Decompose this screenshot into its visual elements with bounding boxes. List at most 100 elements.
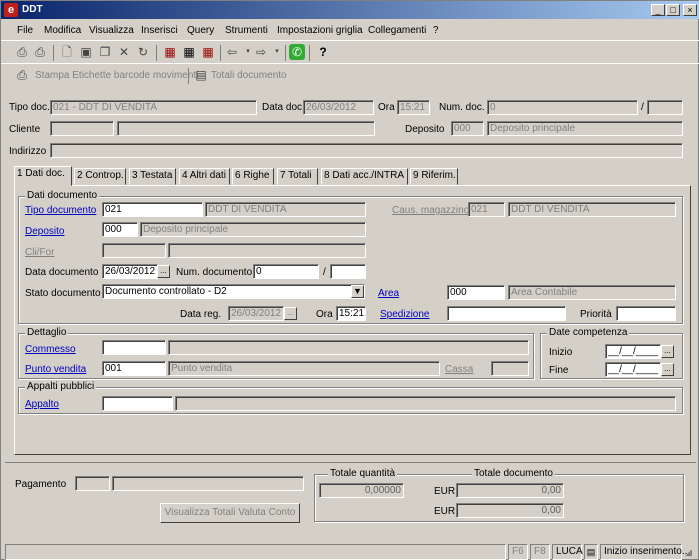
grid-delete-icon[interactable]: ▦ xyxy=(199,43,217,61)
resize-grip-icon[interactable]: ◢ xyxy=(685,547,692,558)
minimize-button[interactable]: _ xyxy=(651,4,665,16)
tab-righe[interactable]: 6 Righe xyxy=(232,168,274,185)
data-reg-calendar-button[interactable]: ... xyxy=(284,307,297,320)
totale-quantita-field: 0,00000 xyxy=(319,483,404,498)
status-mode: Inizio inserimento... xyxy=(600,544,690,560)
tab-totali[interactable]: 7 Totali xyxy=(277,168,318,185)
priorita-input[interactable] xyxy=(616,306,676,321)
tab-riferim[interactable]: 9 Riferim. xyxy=(410,168,458,185)
area-code-input[interactable]: 000 xyxy=(447,285,505,300)
num-documento-input[interactable]: 0 xyxy=(253,264,319,279)
forward-dropdown-icon[interactable]: ▾ xyxy=(268,43,286,61)
maximize-button[interactable]: □ xyxy=(666,4,680,16)
num-doc-field: 0 xyxy=(487,100,638,115)
punto-vendita-input[interactable]: 001 xyxy=(102,361,166,376)
window-title: DDT xyxy=(22,4,43,15)
tab-controp[interactable]: 2 Controp. xyxy=(74,168,126,185)
data-documento-input[interactable]: 26/03/2012 xyxy=(102,264,158,279)
menu-impostazioni-griglia[interactable]: Impostazioni griglia xyxy=(277,25,363,36)
fine-date-input[interactable]: __/__/____ xyxy=(605,362,661,377)
tipo-doc-field: 021 - DDT DI VENDITA xyxy=(50,100,257,115)
totale-documento-field-1: 0,00 xyxy=(456,483,564,498)
date-competenza-title: Date competenza xyxy=(547,327,630,338)
area-link[interactable]: Area xyxy=(378,288,399,299)
cliente-label: Cliente xyxy=(9,124,41,135)
menu-modifica[interactable]: Modifica xyxy=(44,25,81,36)
appalto-link[interactable]: Appalto xyxy=(25,399,59,410)
num-doc-separator: / xyxy=(641,102,644,113)
app-icon: e xyxy=(4,3,18,17)
inizio-date-input[interactable]: __/__/____ xyxy=(605,344,661,359)
menu-inserisci[interactable]: Inserisci xyxy=(141,25,178,36)
menu-collegamenti[interactable]: Collegamenti xyxy=(368,25,426,36)
menu-query[interactable]: Query xyxy=(187,25,214,36)
data-documento-calendar-button[interactable]: ... xyxy=(157,265,170,278)
help-icon[interactable]: ? xyxy=(314,43,332,61)
data-doc-field: 26/03/2012 xyxy=(303,100,374,115)
menu-strumenti[interactable]: Strumenti xyxy=(225,25,268,36)
refresh-icon[interactable]: ↻ xyxy=(134,43,152,61)
num-documento-suffix-input[interactable] xyxy=(330,264,366,279)
spedizione-link[interactable]: Spedizione xyxy=(380,309,429,320)
print-icon[interactable]: ⎙ xyxy=(31,43,49,61)
num-documento-separator: / xyxy=(323,267,326,278)
pagamento-desc-field xyxy=(112,476,304,491)
status-f8: F8 xyxy=(530,544,550,560)
ddt-window: e DDT _ □ × File Modifica Visualizza Ins… xyxy=(0,0,699,560)
ora-label: Ora xyxy=(378,102,395,113)
totali-documento-button[interactable]: Totali documento xyxy=(211,70,287,81)
ora-reg-input[interactable]: 15:21 xyxy=(336,306,366,321)
menu-visualizza[interactable]: Visualizza xyxy=(89,25,134,36)
appalto-input[interactable] xyxy=(102,396,173,411)
inizio-calendar-button[interactable]: ... xyxy=(661,345,674,358)
deposito-desc-field: Deposito principale xyxy=(487,121,683,136)
punto-vendita-link[interactable]: Punto vendita xyxy=(25,364,86,375)
grid-add-icon[interactable]: ▦ xyxy=(161,43,179,61)
delete-icon[interactable]: ✕ xyxy=(115,43,133,61)
footer-divider xyxy=(5,462,696,463)
caus-magazzino-code: 021 xyxy=(468,202,505,217)
chevron-down-icon[interactable]: ▼ xyxy=(351,285,364,298)
close-button[interactable]: × xyxy=(683,4,697,16)
toolbar-separator xyxy=(309,45,310,61)
tipo-documento-desc: DDT DI VENDITA xyxy=(205,202,366,217)
menu-file[interactable]: File xyxy=(17,25,33,36)
tipo-documento-link[interactable]: Tipo documento xyxy=(25,205,96,216)
tipo-documento-input[interactable]: 021 xyxy=(102,202,203,217)
area-desc: Area Contabile xyxy=(508,285,676,300)
new-document-icon[interactable]: 🗋 xyxy=(58,43,76,61)
commesso-link[interactable]: Commesso xyxy=(25,344,76,355)
stato-documento-select[interactable]: Documento controllato - D2 xyxy=(102,284,365,299)
save-icon[interactable]: ▣ xyxy=(77,43,95,61)
deposito-code-input[interactable]: 000 xyxy=(102,222,138,237)
stampa-etichette-button[interactable]: Stampa Etichette barcode movimenti xyxy=(35,70,198,81)
deposito-link[interactable]: Deposito xyxy=(25,226,64,237)
tab-dati-acc-intra[interactable]: 8 Dati acc./INTRA xyxy=(321,168,408,185)
fine-calendar-button[interactable]: ... xyxy=(661,363,674,376)
grid-icon[interactable]: ▦ xyxy=(180,43,198,61)
toolbar-separator xyxy=(285,45,286,61)
commesso-input[interactable] xyxy=(102,340,166,355)
toolbar-separator xyxy=(220,45,221,61)
print-preview-icon[interactable]: ⎙ xyxy=(13,43,31,61)
caus-magazzino-link[interactable]: Caus. magazzino xyxy=(392,205,469,216)
copy-icon[interactable]: ❐ xyxy=(96,43,114,61)
spedizione-input[interactable] xyxy=(447,306,566,321)
totale-documento-label: Totale documento xyxy=(472,468,555,479)
priorita-label: Priorità xyxy=(580,309,612,320)
commesso-desc xyxy=(168,340,529,355)
title-bar[interactable]: e DDT _ □ × xyxy=(1,1,699,19)
inizio-label: Inizio xyxy=(549,347,573,358)
phone-icon[interactable]: ✆ xyxy=(289,44,305,60)
status-f6: F6 xyxy=(508,544,528,560)
cassa-link[interactable]: Cassa xyxy=(445,364,473,375)
indirizzo-field xyxy=(50,143,683,158)
tab-altri-dati[interactable]: 4 Altri dati xyxy=(179,168,230,185)
tab-dati-doc[interactable]: 1 Dati doc. xyxy=(14,166,72,186)
menu-help[interactable]: ? xyxy=(433,25,439,36)
stato-documento-label: Stato documento xyxy=(25,288,101,299)
toolbar-separator xyxy=(156,45,157,61)
visualizza-totali-button[interactable]: Visualizza Totali Valuta Conto xyxy=(160,503,300,523)
tab-testata[interactable]: 3 Testata xyxy=(129,168,176,185)
clifor-link[interactable]: Cli/For xyxy=(25,247,54,258)
